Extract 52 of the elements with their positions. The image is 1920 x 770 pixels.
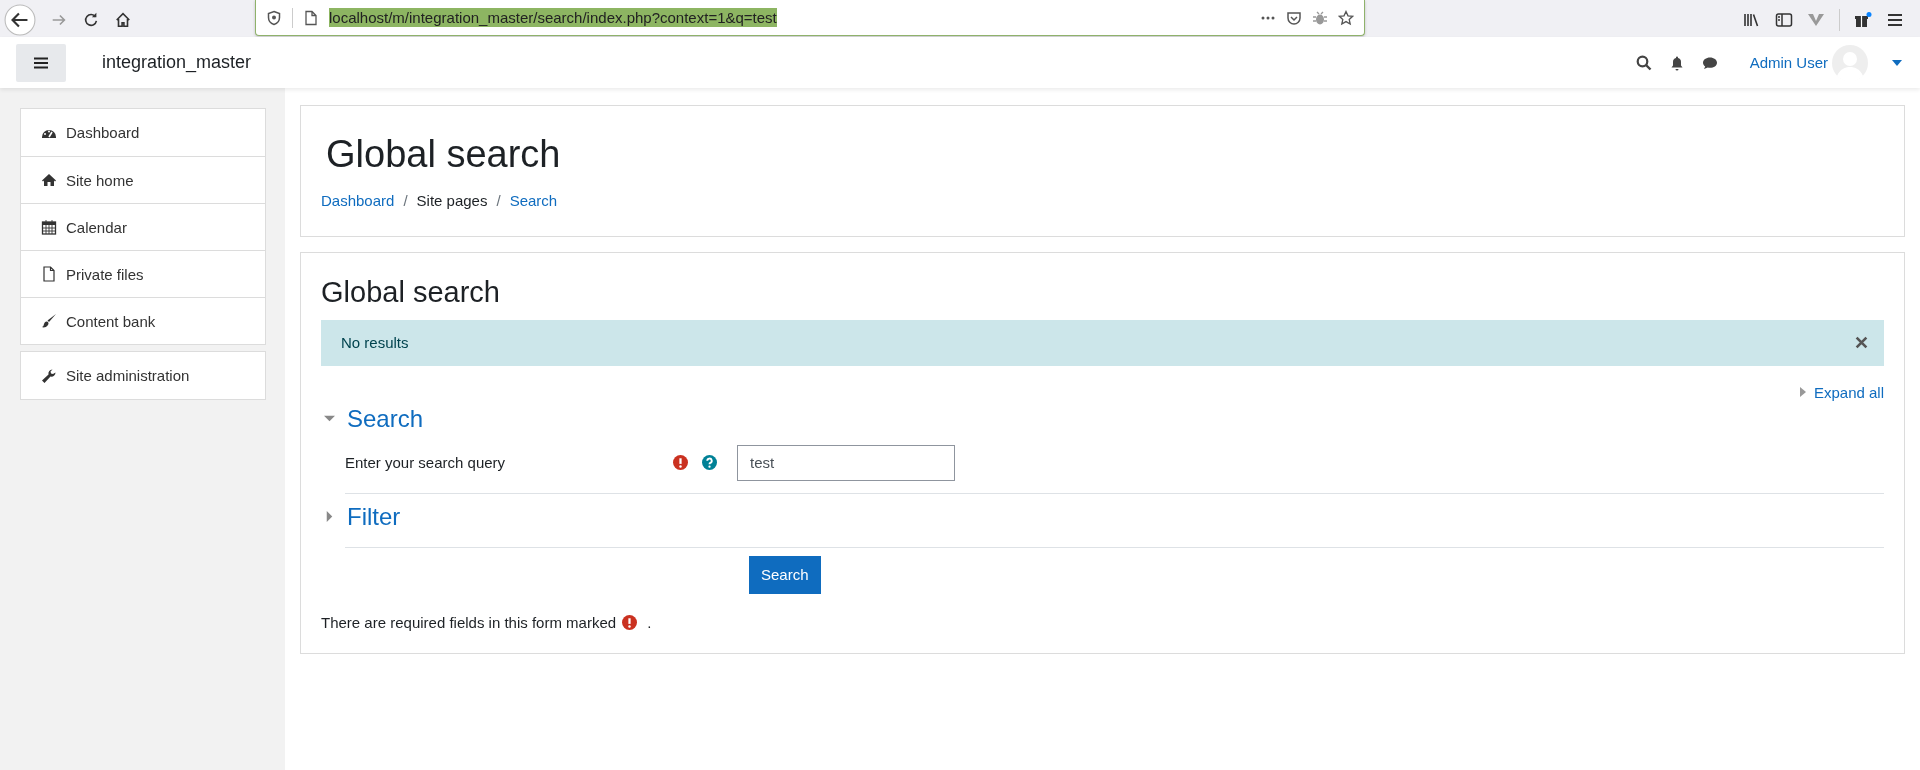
expand-all-link[interactable]: Expand all — [1799, 383, 1884, 401]
page-icon — [303, 9, 319, 26]
reload-icon[interactable] — [82, 11, 100, 29]
menu-icon[interactable] — [1886, 12, 1904, 28]
file-icon — [41, 266, 57, 282]
section-heading: Global search — [321, 275, 501, 310]
pocket-icon[interactable] — [1286, 9, 1302, 26]
nav-item[interactable]: Site home — [21, 156, 265, 203]
nav-item[interactable]: Site administration — [21, 352, 265, 399]
field-label: Enter your search query — [345, 454, 507, 472]
menu-button[interactable] — [16, 43, 66, 82]
alert-message: No results — [341, 334, 409, 352]
back-icon[interactable] — [4, 4, 36, 36]
url-text[interactable]: localhost/m/integration_master/search/index.php?context=1&q=test — [329, 8, 777, 27]
breadcrumb-link[interactable]: Dashboard — [321, 191, 395, 209]
wrench-icon — [41, 367, 57, 384]
section-toggle-link[interactable]: Search — [347, 404, 424, 433]
nav-item[interactable]: Private files — [21, 250, 265, 297]
close-icon[interactable] — [1855, 336, 1868, 350]
address-bar[interactable]: localhost/m/integration_master/search/index.php?context=1&q=test — [255, 0, 1365, 36]
required-note-text: There are required fields in this form marked — [321, 613, 617, 631]
home-icon[interactable] — [114, 11, 132, 29]
user-name[interactable]: Admin User — [1749, 54, 1828, 71]
search-query-field[interactable]: test — [737, 444, 955, 481]
brush-icon — [41, 313, 57, 329]
calendar-icon — [41, 219, 57, 235]
gift-icon[interactable] — [1854, 12, 1872, 28]
nav-item[interactable]: Dashboard — [21, 109, 265, 156]
menu-icon — [34, 56, 48, 69]
library-icon[interactable] — [1743, 12, 1761, 28]
nav-item[interactable]: Content bank — [21, 297, 265, 344]
breadcrumb-separator: / — [403, 191, 408, 209]
shield-icon[interactable] — [266, 9, 282, 26]
note-period: . — [647, 613, 652, 631]
help-icon[interactable] — [702, 455, 717, 471]
search-button[interactable]: Search — [749, 555, 821, 594]
sidebar-icon[interactable] — [1775, 12, 1793, 28]
site-name[interactable]: integration_master — [102, 52, 252, 73]
breadcrumb-link[interactable]: Search — [509, 191, 558, 209]
bug-icon[interactable] — [1312, 9, 1328, 26]
nav-item[interactable]: Calendar — [21, 203, 265, 250]
breadcrumb-text: Site pages — [416, 191, 488, 209]
page-title: Global search — [326, 132, 562, 177]
expand-triangle-icon — [1799, 387, 1806, 398]
breadcrumb-separator: / — [496, 191, 501, 209]
star-icon[interactable] — [1338, 9, 1354, 26]
section-toggle-link[interactable]: Filter — [347, 502, 401, 531]
home-icon — [41, 172, 57, 188]
dropdown-caret-icon[interactable] — [1892, 59, 1902, 66]
required-icon — [622, 614, 638, 630]
collapsed-caret-icon[interactable] — [324, 511, 335, 523]
search-icon[interactable] — [1635, 54, 1652, 71]
